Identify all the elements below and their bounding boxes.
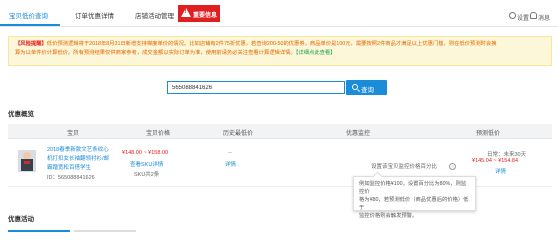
table-header: 宝贝 宝贝价格 历史最低价 优惠监控 预测低价 [8, 124, 552, 139]
activity-tab-2[interactable] [74, 230, 136, 243]
notice-text-1: 低价预测逻辑将于2018年8月31日新增支持梯度单价的情况。比如店铺有2件75折… [46, 41, 497, 47]
tooltip-line-2: 格为¥80，若预测低价（商品优惠后的价格）低于 [359, 197, 469, 211]
notice-detail-link[interactable]: 【详细点此查看】 [296, 50, 336, 56]
notice-text-2: 算为以单件价计算低价。所有预测结果仅供商家参考，成交金额以实际订单为准，使用前请… [15, 49, 296, 56]
predict-detail-link[interactable]: 详情 [495, 167, 506, 175]
settings-link[interactable]: 设置 [517, 13, 529, 22]
price-range: ¥148.00 ~ ¥158.00 [122, 150, 169, 156]
sku-detail-link[interactable]: 查看SKU详情 [130, 160, 163, 168]
messages-link[interactable]: 消息 [538, 13, 550, 22]
activity-title: 优惠活动 [8, 216, 34, 223]
search-icon [352, 84, 358, 90]
top-nav: 宝贝低价查询 订单优惠详情 店铺活动管理 重要信息 设置 消息 [0, 0, 558, 27]
warning-icon [181, 8, 191, 17]
product-title-line-2[interactable]: 机打扣女长袖翻领衬衫/邮 [47, 154, 109, 162]
gear-icon[interactable] [509, 12, 516, 19]
active-tab-indicator [0, 24, 60, 26]
product-id: ID：565088841626 [47, 175, 95, 181]
product-title-line-1[interactable]: 2018春季新款文艺条纹心 [47, 145, 109, 153]
col-predict: 预测低价 [475, 131, 500, 137]
tooltip-line-3: 监控价格则会触发预警。 [359, 213, 418, 219]
tooltip-line-1: 例如监控价格¥100，设置百分比为80%，则监控价 [359, 181, 467, 195]
product-title-line-3[interactable]: 霸蹭宽松百搭学生 [47, 163, 91, 171]
predict-period: 日常：未来30天 [487, 152, 527, 158]
monitor-setting-link[interactable]: 设置该宝贝监控价格百分比 [371, 162, 437, 170]
tab-important-info[interactable]: 重要信息 [178, 5, 220, 22]
search-button[interactable]: 查询 [346, 80, 387, 95]
risk-notice: 【风险提醒】低价预测逻辑将于2018年8月31日新增支持梯度单价的情况。比如店铺… [8, 36, 552, 66]
tab-order-discount[interactable]: 订单优惠详情 [75, 10, 114, 20]
overview-title: 优惠概览 [8, 111, 34, 118]
col-item: 宝贝 [66, 131, 79, 137]
search-input[interactable] [167, 81, 345, 94]
bell-icon[interactable] [530, 12, 537, 19]
history-low-value: -- [228, 150, 232, 156]
sku-count: SKU共2条 [134, 172, 160, 178]
col-history-low: 历史最低价 [222, 131, 253, 137]
help-icon[interactable]: ? [449, 163, 456, 170]
activity-tab-1[interactable] [8, 230, 70, 243]
col-price: 宝贝价格 [145, 131, 170, 137]
tab-low-price-query[interactable]: 宝贝低价查询 [9, 10, 48, 20]
tab-store-activity[interactable]: 店铺活动管理 [135, 10, 174, 20]
product-thumbnail[interactable] [18, 150, 36, 172]
col-monitor: 优惠监控 [345, 131, 370, 137]
history-detail-link[interactable]: 详情 [225, 160, 236, 168]
monitor-tooltip: 例如监控价格¥100，设置百分比为80%，则监控价 格为¥80，若预测低价（商品… [353, 171, 476, 219]
predict-price: ¥145.04 ~ ¥154.84 [472, 158, 519, 164]
